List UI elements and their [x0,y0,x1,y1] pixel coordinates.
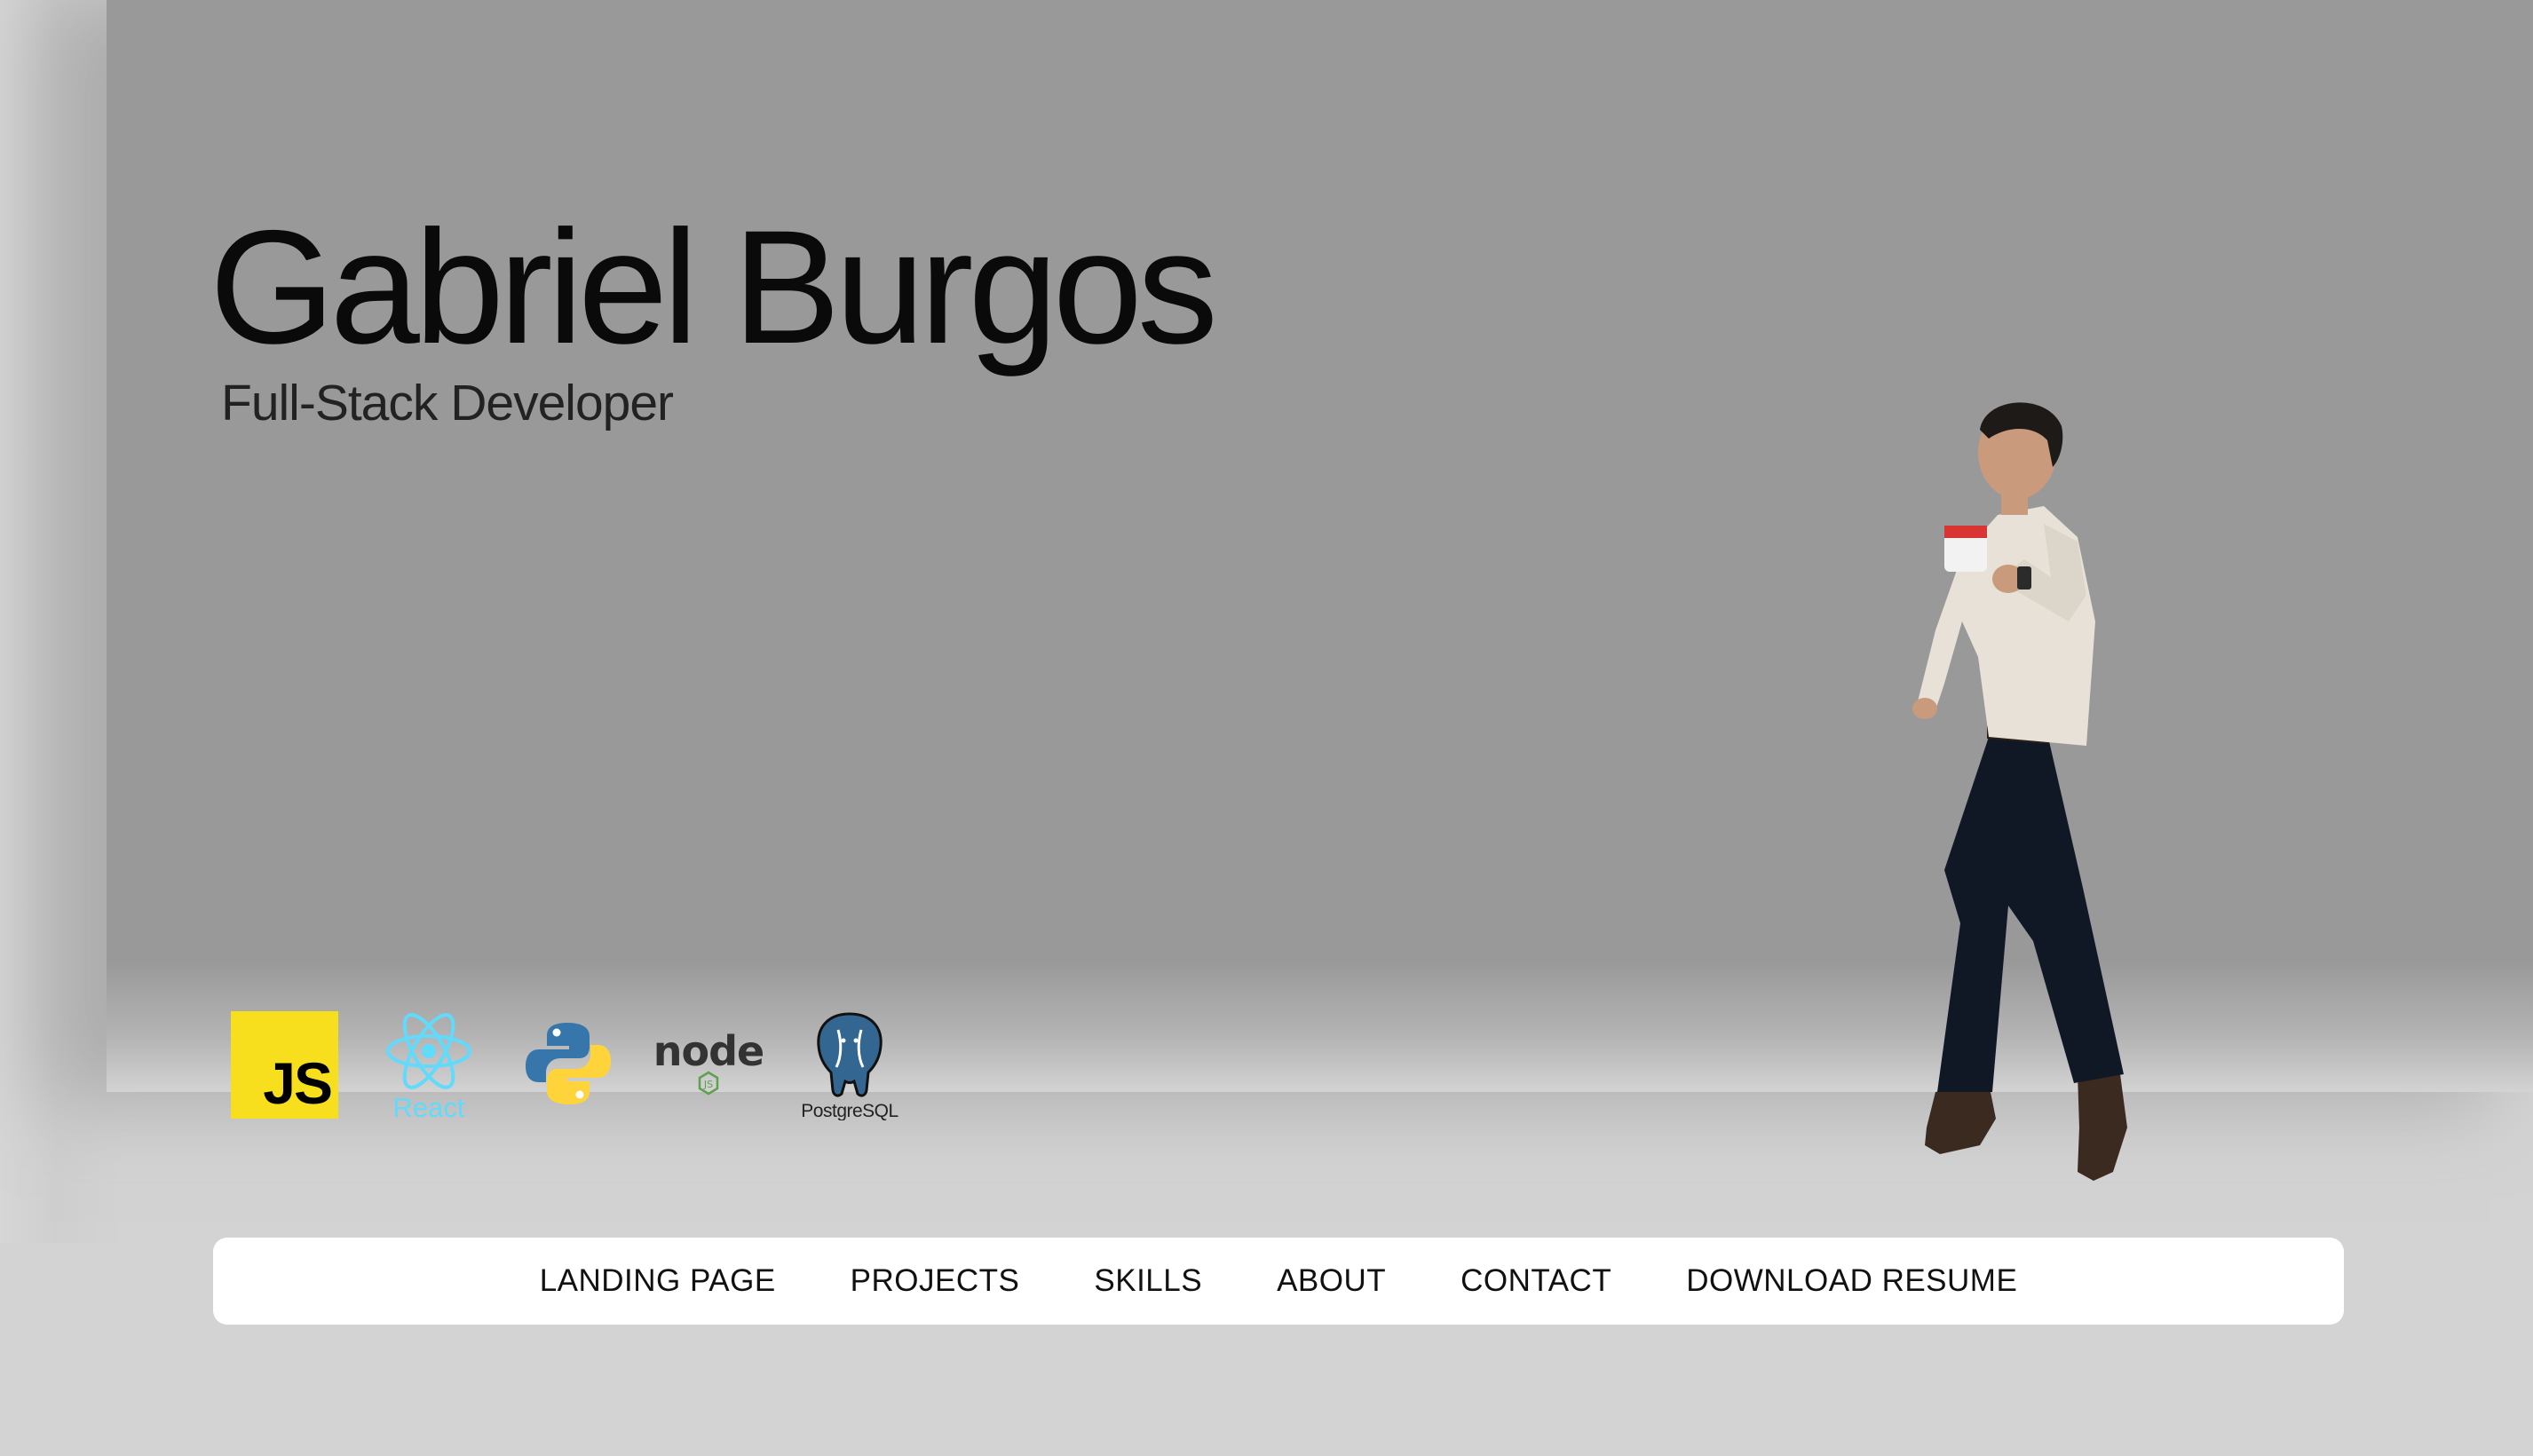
nodejs-icon-label: node [653,1027,764,1075]
page: Gabriel Burgos Full-Stack Developer JS R… [0,0,2533,1456]
main-nav: LANDING PAGE PROJECTS SKILLS ABOUT CONTA… [213,1238,2344,1325]
nav-download-resume[interactable]: DOWNLOAD RESUME [1649,1263,2054,1299]
skills-icons-row: JS React node JS PostgreSQL [229,1009,922,1124]
nodejs-icon: node JS [653,1027,764,1096]
nav-skills[interactable]: SKILLS [1057,1263,1239,1299]
postgresql-icon: PostgreSQL [801,1012,898,1120]
nav-about[interactable]: ABOUT [1239,1263,1423,1299]
svg-text:JS: JS [703,1079,713,1090]
hero-name: Gabriel Burgos [210,196,1218,377]
javascript-icon: JS [231,1011,338,1119]
nav-projects[interactable]: PROJECTS [813,1263,1057,1299]
react-icon-label: React [393,1092,465,1122]
postgresql-icon-label: PostgreSQL [801,1101,898,1120]
nav-landing-page[interactable]: LANDING PAGE [503,1263,813,1299]
react-icon: React [386,1013,471,1122]
portrait-photo [1912,402,2127,1181]
left-edge-fade [0,0,124,1243]
javascript-icon-label: JS [263,1050,333,1116]
nav-contact[interactable]: CONTACT [1423,1263,1649,1299]
python-icon [526,1023,611,1104]
hero-role: Full-Stack Developer [221,375,674,431]
